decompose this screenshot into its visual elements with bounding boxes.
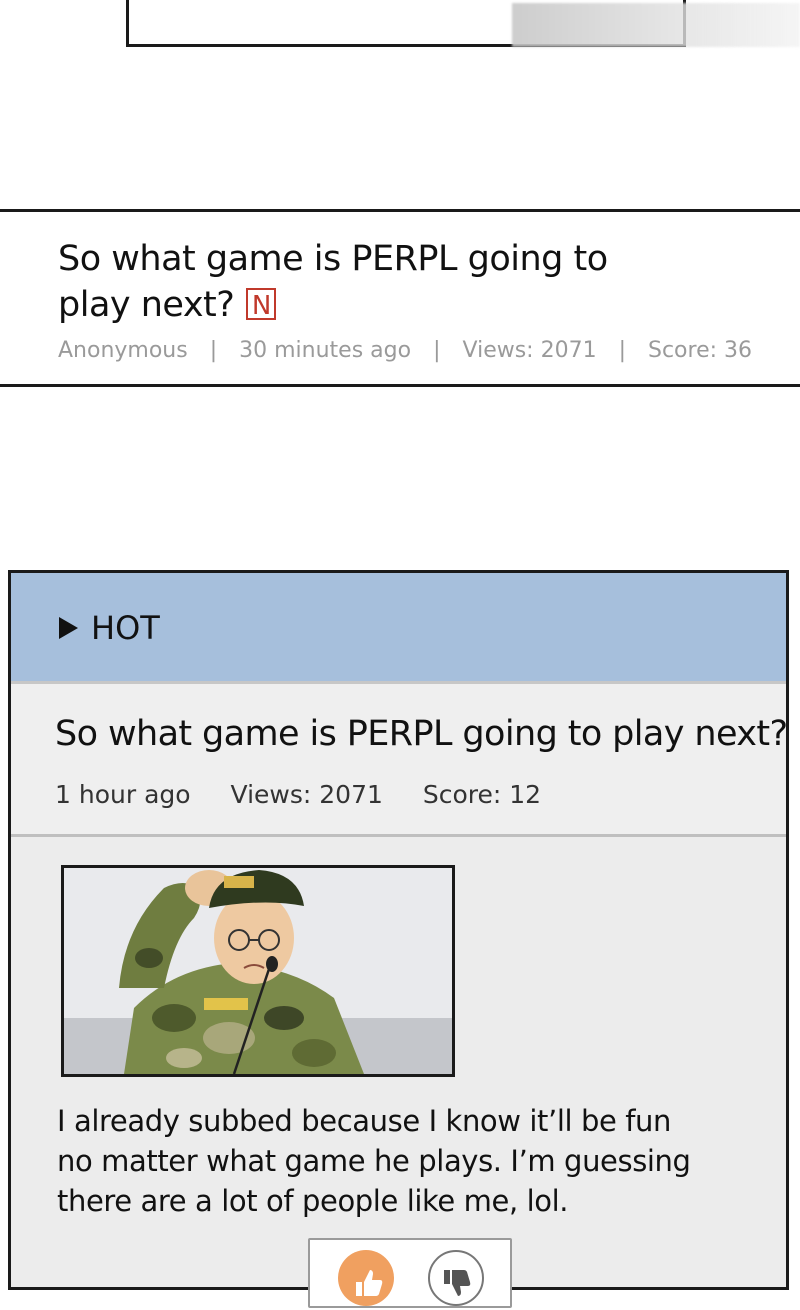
post-image: [61, 865, 455, 1077]
hot-post-views: Views: 2071: [230, 780, 383, 809]
new-badge: N: [246, 288, 277, 321]
hot-post-title[interactable]: So what game is PERPL going to play next…: [55, 714, 788, 754]
post-meta: Anonymous | 30 minutes ago | Views: 2071 | Sco…: [58, 338, 752, 363]
hot-post-panel: HOT So what game is PERPL going to play …: [8, 570, 789, 1308]
post-time: 30 minutes ago: [239, 338, 412, 363]
hot-label: HOT: [91, 609, 160, 647]
hot-post-meta: 1 hour ago Views: 2071 Score: 12: [55, 780, 581, 809]
post-title-block: So what game is PERPL going to play next…: [58, 236, 678, 328]
meta-separator: |: [618, 338, 626, 363]
soldier-illustration: [64, 868, 452, 1074]
meta-separator: |: [433, 338, 441, 363]
play-arrow-icon: [59, 617, 78, 639]
hot-post-score: Score: 12: [422, 780, 542, 809]
hot-header[interactable]: HOT: [11, 573, 786, 684]
post-header-card[interactable]: So what game is PERPL going to play next…: [0, 209, 800, 387]
vote-buttons: [308, 1238, 512, 1308]
post-title[interactable]: So what game is PERPL going to play next…: [58, 239, 608, 325]
post-score: Score: 36: [648, 338, 753, 363]
watermark: [512, 3, 800, 47]
post-author: Anonymous: [58, 338, 188, 363]
thumbs-down-icon[interactable]: [428, 1250, 484, 1306]
post-views: Views: 2071: [462, 338, 597, 363]
hot-post-time: 1 hour ago: [55, 780, 191, 809]
hot-title-row[interactable]: So what game is PERPL going to play next…: [11, 684, 788, 837]
thumbs-up-icon[interactable]: [338, 1250, 394, 1306]
meta-separator: |: [209, 338, 218, 363]
hot-post-body: I already subbed because I know it’ll be…: [57, 1104, 691, 1218]
